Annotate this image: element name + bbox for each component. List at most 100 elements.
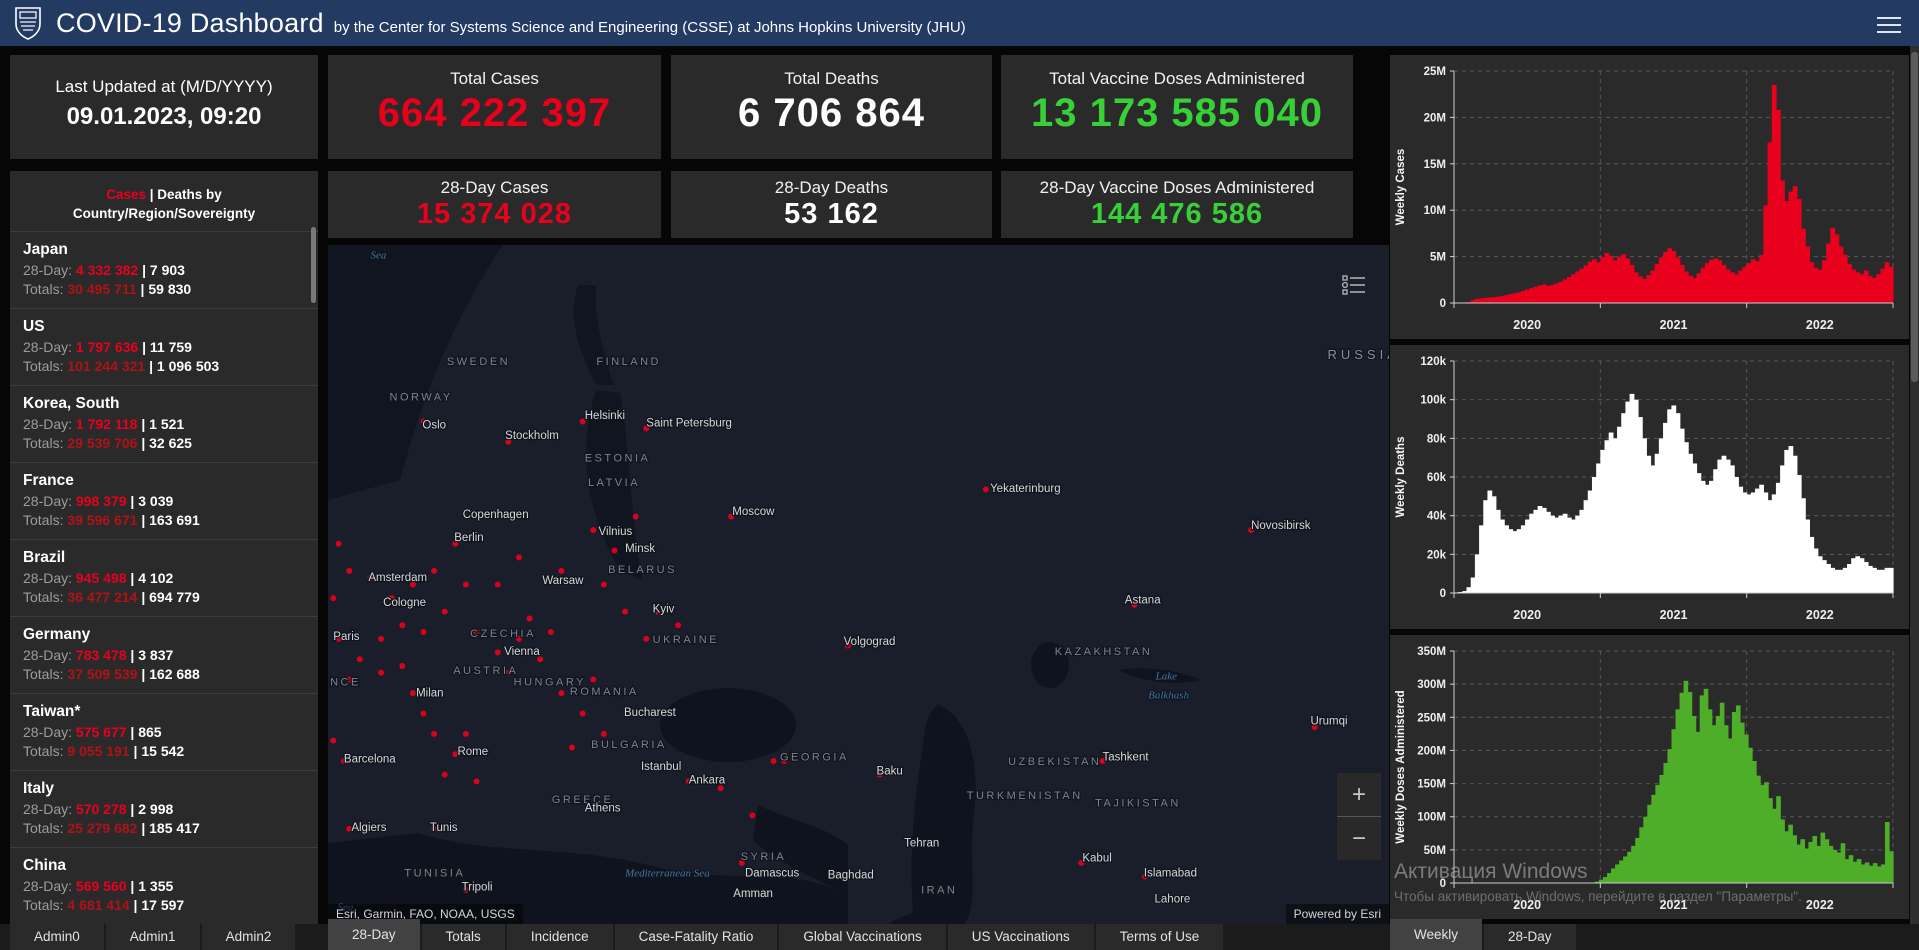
country-row[interactable]: Taiwan* 28-Day: 575 677 | 865 Totals: 9 05… <box>10 693 318 770</box>
day28-deaths-value: 53 162 <box>784 198 879 230</box>
country-name: Italy <box>23 780 55 797</box>
map-label-country: TURKMENISTAN <box>967 790 1083 802</box>
outbreak-dot[interactable] <box>399 662 406 669</box>
header-deaths-label: | Deaths by <box>145 187 222 202</box>
tab-admin0[interactable]: Admin0 <box>10 924 104 950</box>
outbreak-dot[interactable] <box>346 567 353 574</box>
outbreak-dot[interactable] <box>494 581 501 588</box>
country-row[interactable]: Korea, South 28-Day: 1 792 118 | 1 521 Tot… <box>10 385 318 462</box>
country-row[interactable]: Japan 28-Day: 4 332 382 | 7 903 Totals: 30… <box>10 231 318 308</box>
country-totals-row: Totals: 37 509 539 | 162 688 <box>23 666 200 682</box>
outbreak-dot[interactable] <box>526 615 533 622</box>
map-label-country: SYRIA <box>741 851 787 863</box>
map-label-city: Saint Petersburg <box>646 417 732 429</box>
outbreak-dot[interactable] <box>590 527 597 534</box>
outbreak-dot[interactable] <box>431 567 438 574</box>
layer-list-icon[interactable] <box>1341 273 1367 297</box>
outbreak-dot[interactable] <box>399 622 406 629</box>
outbreak-dot[interactable] <box>378 669 385 676</box>
map-label-country: TUNISIA <box>404 867 465 879</box>
outbreak-dot[interactable] <box>515 554 522 561</box>
svg-text:250M: 250M <box>1417 712 1446 724</box>
weekly-deaths-chart-panel: 0 20k 40k 60k 80k 100k 120k 2020 2021 2022 Weekly … <box>1390 345 1909 629</box>
outbreak-dot[interactable] <box>749 812 756 819</box>
outbreak-dot[interactable] <box>356 656 363 663</box>
tab-admin1[interactable]: Admin1 <box>105 924 200 950</box>
outbreak-dot[interactable] <box>473 778 480 785</box>
map-label-city: Algiers <box>351 822 386 834</box>
svg-text:Weekly Doses Administered: Weekly Doses Administered <box>1395 690 1407 843</box>
outbreak-dot[interactable] <box>335 540 342 547</box>
country-row[interactable]: Brazil 28-Day: 945 498 | 4 102 Totals: 36 … <box>10 539 318 616</box>
svg-text:40k: 40k <box>1427 511 1447 523</box>
zoom-in-button[interactable]: + <box>1337 773 1381 816</box>
map-label-city: Tunis <box>430 822 458 834</box>
country-row[interactable]: Italy 28-Day: 570 278 | 2 998 Totals: 25 2… <box>10 770 318 847</box>
outbreak-dot[interactable] <box>378 635 385 642</box>
tab-28-day[interactable]: 28-Day <box>1484 924 1576 950</box>
tab-global-vaccinations[interactable]: Global Vaccinations <box>779 924 946 950</box>
outbreak-dot[interactable] <box>420 629 427 636</box>
outbreak-dot[interactable] <box>462 581 469 588</box>
country-name: Korea, South <box>23 395 120 412</box>
map-label-city: Paris <box>333 631 359 643</box>
map-label-city: Oslo <box>422 419 446 431</box>
tab-incidence[interactable]: Incidence <box>506 924 613 950</box>
outbreak-dot[interactable] <box>441 771 448 778</box>
svg-text:2020: 2020 <box>1513 608 1541 622</box>
outbreak-dot[interactable] <box>600 581 607 588</box>
outbreak-dot[interactable] <box>547 629 554 636</box>
outbreak-dot[interactable] <box>558 567 565 574</box>
outbreak-dot[interactable] <box>330 737 337 744</box>
outbreak-dot[interactable] <box>590 676 597 683</box>
day28-vaccine-card: 28-Day Vaccine Doses Administered 144 47… <box>1001 171 1353 238</box>
tab-us-vaccinations[interactable]: US Vaccinations <box>947 924 1094 950</box>
svg-text:80k: 80k <box>1427 433 1447 445</box>
page-scrollbar[interactable] <box>1910 46 1919 950</box>
menu-icon[interactable] <box>1877 12 1901 33</box>
outbreak-dot[interactable] <box>409 690 416 697</box>
outbreak-dot[interactable] <box>622 608 629 615</box>
outbreak-dot[interactable] <box>675 622 682 629</box>
svg-text:0: 0 <box>1440 298 1446 310</box>
outbreak-dot[interactable] <box>982 486 989 493</box>
country-list-scrollbar[interactable] <box>311 227 316 303</box>
country-row[interactable]: France 28-Day: 998 379 | 3 039 Totals: 39 … <box>10 462 318 539</box>
day28-deaths-label: 28-Day Deaths <box>774 178 889 197</box>
country-28day-row: 28-Day: 1 797 636 | 11 759 <box>23 339 192 355</box>
outbreak-dot[interactable] <box>494 649 501 656</box>
outbreak-dot[interactable] <box>579 710 586 717</box>
page-scrollbar-thumb[interactable] <box>1911 52 1918 382</box>
tab-case-fatality-ratio[interactable]: Case-Fatality Ratio <box>614 924 778 950</box>
tab-weekly[interactable]: Weekly <box>1390 919 1483 950</box>
tab-admin2[interactable]: Admin2 <box>201 924 296 950</box>
tab-totals[interactable]: Totals <box>421 924 505 950</box>
country-totals-row: Totals: 29 539 706 | 32 625 <box>23 435 192 451</box>
outbreak-dot[interactable] <box>643 635 650 642</box>
map-label-city: Urumqi <box>1310 715 1347 727</box>
country-row[interactable]: US 28-Day: 1 797 636 | 11 759 Totals: 101 … <box>10 308 318 385</box>
svg-text:25M: 25M <box>1424 66 1446 78</box>
map-label-city: Stockholm <box>505 430 559 442</box>
outbreak-dot[interactable] <box>600 730 607 737</box>
tab-28-day[interactable]: 28-Day <box>328 919 420 950</box>
outbreak-dot[interactable] <box>431 730 438 737</box>
outbreak-dot[interactable] <box>420 710 427 717</box>
zoom-out-button[interactable]: − <box>1337 817 1381 860</box>
outbreak-dot[interactable] <box>330 595 337 602</box>
outbreak-dot[interactable] <box>462 730 469 737</box>
country-row[interactable]: China 28-Day: 569 560 | 1 355 Totals: 4 68… <box>10 847 318 924</box>
outbreak-dot[interactable] <box>611 547 618 554</box>
country-row[interactable]: Germany 28-Day: 783 478 | 3 837 Totals: 37… <box>10 616 318 693</box>
map-canvas[interactable]: Sea SWEDEN FINLAND NORWAY RUSSIA Oslo Stockhol… <box>328 245 1389 924</box>
outbreak-dot[interactable] <box>558 690 565 697</box>
outbreak-dot[interactable] <box>441 608 448 615</box>
svg-text:350M: 350M <box>1417 646 1446 658</box>
total-deaths-card: Total Deaths 6 706 864 <box>671 55 992 159</box>
outbreak-dot[interactable] <box>632 513 639 520</box>
outbreak-dot[interactable] <box>770 758 777 765</box>
svg-text:100M: 100M <box>1417 812 1446 824</box>
world-map[interactable]: Sea SWEDEN FINLAND NORWAY RUSSIA Oslo Stockhol… <box>328 245 1389 924</box>
tab-terms-of-use[interactable]: Terms of Use <box>1095 924 1224 950</box>
outbreak-dot[interactable] <box>569 744 576 751</box>
